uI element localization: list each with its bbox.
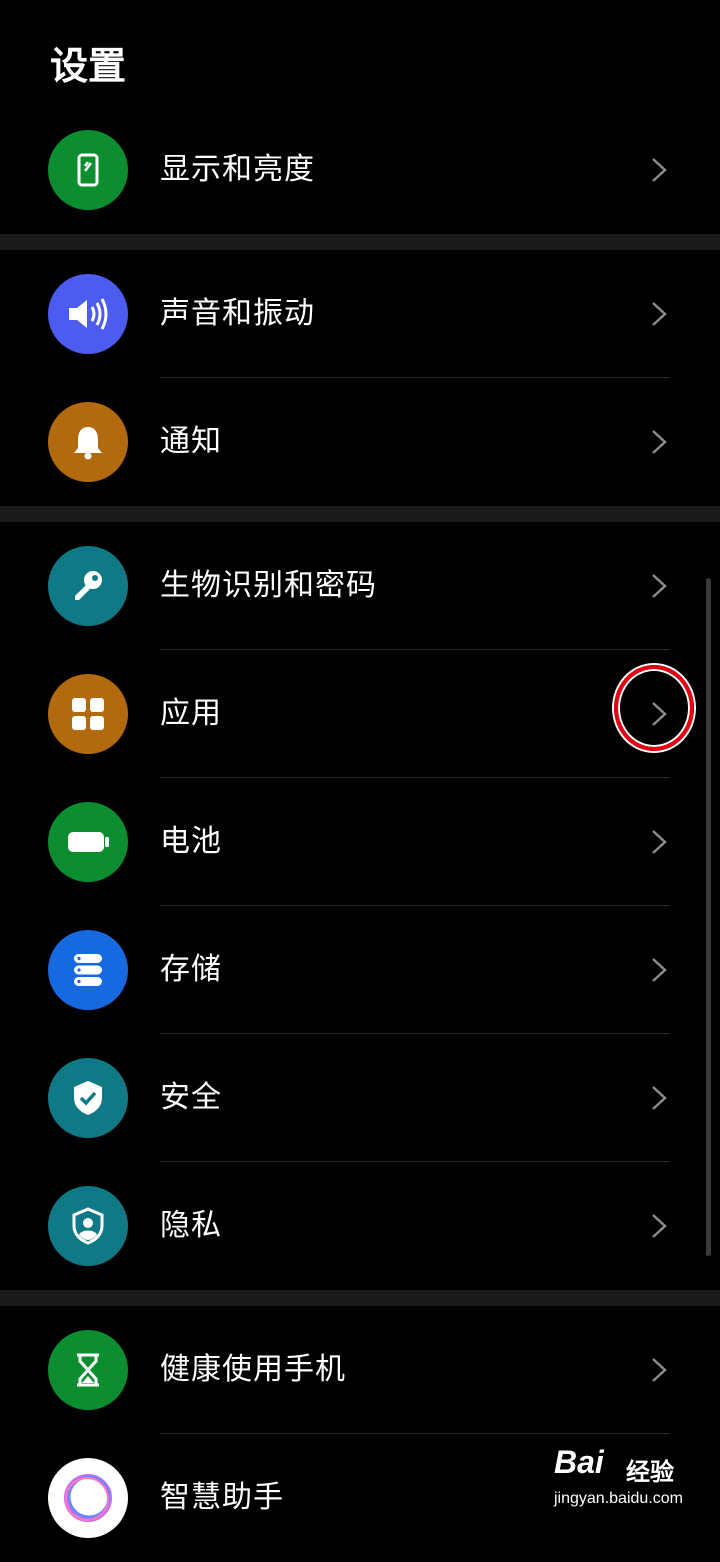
display-brightness-icon: [48, 130, 128, 210]
settings-item-label: 生物识别和密码: [160, 568, 377, 603]
privacy-shield-icon: [48, 1186, 128, 1266]
settings-item-privacy[interactable]: 隐私: [0, 1162, 720, 1290]
settings-item-label: 智慧助手: [160, 1480, 284, 1515]
settings-item-biometrics-password[interactable]: 生物识别和密码: [0, 522, 720, 650]
settings-item-label: 应用: [160, 696, 222, 731]
settings-item-label: 通知: [160, 424, 222, 459]
chevron-right-icon: [652, 302, 667, 326]
settings-item-security[interactable]: 安全: [0, 1034, 720, 1162]
watermark-text: 经验: [626, 1458, 674, 1486]
settings-item-display-brightness[interactable]: 显示和亮度: [0, 106, 720, 234]
page-title: 设置: [50, 44, 127, 88]
settings-item-label: 健康使用手机: [160, 1352, 346, 1387]
chevron-right-icon: [652, 1086, 667, 1110]
hourglass-icon: [48, 1330, 128, 1410]
watermark-logo: Bai: [554, 1444, 604, 1480]
settings-item-battery[interactable]: 电池: [0, 778, 720, 906]
scrollbar[interactable]: [706, 578, 711, 1256]
bell-icon: [48, 402, 128, 482]
battery-icon: [48, 802, 128, 882]
settings-item-storage[interactable]: 存储: [0, 906, 720, 1034]
baidu-jingyan-watermark: Bai 经验 jingyan.baidu.com: [546, 1436, 716, 1516]
settings-item-sound-vibration[interactable]: 声音和振动: [0, 250, 720, 378]
chevron-right-icon: [652, 1214, 667, 1238]
section-divider: [0, 506, 720, 522]
apps-grid-icon: [48, 674, 128, 754]
settings-item-apps[interactable]: 应用: [0, 650, 720, 778]
settings-item-label: 隐私: [160, 1208, 222, 1243]
storage-icon: [48, 930, 128, 1010]
chevron-right-icon: [652, 958, 667, 982]
chevron-right-icon: [652, 158, 667, 182]
settings-item-label: 电池: [160, 824, 222, 859]
settings-item-label: 声音和振动: [160, 296, 315, 331]
annotation-highlight-circle: [614, 665, 694, 751]
settings-item-label: 安全: [160, 1080, 222, 1115]
settings-item-label: 显示和亮度: [160, 152, 315, 187]
watermark-url: jingyan.baidu.com: [554, 1490, 683, 1507]
chevron-right-icon: [652, 830, 667, 854]
chevron-right-icon: [652, 1358, 667, 1382]
shield-check-icon: [48, 1058, 128, 1138]
settings-item-notifications[interactable]: 通知: [0, 378, 720, 506]
section-divider: [0, 234, 720, 250]
chevron-right-icon: [652, 430, 667, 454]
key-icon: [48, 546, 128, 626]
settings-item-digital-balance[interactable]: 健康使用手机: [0, 1306, 720, 1434]
chevron-right-icon: [652, 574, 667, 598]
speaker-icon: [48, 274, 128, 354]
section-divider: [0, 1290, 720, 1306]
assistant-ring-icon: [48, 1458, 128, 1538]
settings-item-label: 存储: [160, 952, 222, 987]
